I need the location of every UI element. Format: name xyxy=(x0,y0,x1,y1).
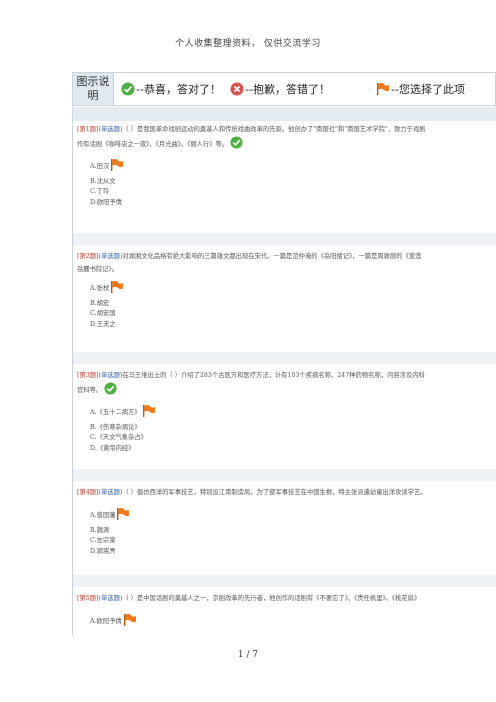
separator xyxy=(73,233,496,245)
option-c[interactable]: C.左宗棠 xyxy=(90,536,496,547)
question-text-cont: 官科等。 xyxy=(73,382,496,400)
option-a[interactable]: A.曾国藩 xyxy=(90,507,496,526)
option-b[interactable]: B.胡宏 xyxy=(90,299,496,310)
page-number: 1 / 7 xyxy=(237,650,259,660)
flag-icon xyxy=(110,280,124,299)
question-panel: [第1题](单选题)（ ）是我国革命戏剧运动的奠基人和传统戏曲改革的先驱。他创办… xyxy=(72,107,496,635)
flag-icon xyxy=(116,507,130,526)
legend-box: 图示说明 --恭喜，答对了！ --抱歉，答错了！ --您选择了此项 xyxy=(72,72,496,106)
question-text-cont: 岳麓书院记》。 xyxy=(77,266,118,273)
flag-icon xyxy=(110,158,124,177)
option-c[interactable]: C.丁玲 xyxy=(90,187,496,198)
separator xyxy=(73,469,496,481)
option-a[interactable]: A.欧阳予倩 xyxy=(90,613,496,632)
option-a[interactable]: A.张栻 xyxy=(90,280,496,299)
option-d[interactable]: D.王夫之 xyxy=(90,320,496,331)
option-b[interactable]: B.沈从文 xyxy=(90,177,496,188)
legend-label: 图示说明 xyxy=(73,73,114,105)
option-d[interactable]: D.《黄帝内经》 xyxy=(90,444,496,455)
option-d[interactable]: D.欧阳予倩 xyxy=(90,198,496,209)
check-circle-icon xyxy=(230,136,243,154)
option-b[interactable]: B.《伤寒杂病论》 xyxy=(90,423,496,434)
separator xyxy=(73,352,496,364)
panel-topbar xyxy=(73,107,496,121)
question-text: [第5题](单选题)（ ）是中国话剧的奠基人之一，京剧改革的先行者，他创作的话剧… xyxy=(77,595,421,602)
legend-selected-text: --您选择了此项 xyxy=(391,83,465,96)
legend-selected: --您选择了此项 xyxy=(376,81,465,99)
question-text-cont: 作有话剧《咖啡店之一夜》、《月光曲》、《丽人行》等。 xyxy=(73,136,496,154)
legend-wrong: --抱歉，答错了！ xyxy=(230,81,330,99)
option-c[interactable]: C.《天文气象杂占》 xyxy=(90,433,496,444)
flag-icon xyxy=(142,404,156,423)
legend-wrong-text: --抱歉，答错了！ xyxy=(245,83,330,96)
flag-icon xyxy=(123,613,137,632)
option-d[interactable]: D.郭嵩焘 xyxy=(90,547,496,558)
question-text: [第4题](单选题)（ ）倡仿西洋的军事技艺，特别设江南制造局，为了使军事技艺在… xyxy=(77,489,427,496)
question-5: [第5题](单选题)（ ）是中国话剧的奠基人之一，京剧改革的先行者，他创作的话剧… xyxy=(73,575,496,632)
option-b[interactable]: B.魏源 xyxy=(90,526,496,537)
header-note: 个人收集整理资料， 仅供交流学习 xyxy=(175,39,321,49)
legend-correct-text: --恭喜，答对了！ xyxy=(136,83,221,96)
separator xyxy=(73,575,496,587)
question-text: [第2题](单选题)对湖湘文化品格有绝大影响的三篇雄文都出现在宋代。一篇是范仲淹… xyxy=(77,253,422,260)
question-1: [第1题](单选题)（ ）是我国革命戏剧运动的奠基人和传统戏曲改革的先驱。他创办… xyxy=(73,123,496,208)
x-circle-icon xyxy=(230,82,244,99)
check-circle-icon xyxy=(121,82,135,99)
option-c[interactable]: C.胡安国 xyxy=(90,309,496,320)
flag-icon xyxy=(376,82,390,99)
option-a[interactable]: A.田汉 xyxy=(90,158,496,177)
question-text: [第3题](单选题)在马王堆出土的（ ）介绍了283个古医方和医疗方法，计有10… xyxy=(77,372,425,379)
check-circle-icon xyxy=(104,382,117,400)
question-4: [第4题](单选题)（ ）倡仿西洋的军事技艺，特别设江南制造局，为了使军事技艺在… xyxy=(73,469,496,557)
option-a[interactable]: A.《五十二病方》 xyxy=(90,404,496,423)
question-2: [第2题](单选题)对湖湘文化品格有绝大影响的三篇雄文都出现在宋代。一篇是范仲淹… xyxy=(73,233,496,330)
legend-correct: --恭喜，答对了！ xyxy=(121,81,221,99)
question-3: [第3题](单选题)在马王堆出土的（ ）介绍了283个古医方和医疗方法，计有10… xyxy=(73,352,496,454)
question-text: [第1题](单选题)（ ）是我国革命戏剧运动的奠基人和传统戏曲改革的先驱。他创办… xyxy=(77,126,426,133)
